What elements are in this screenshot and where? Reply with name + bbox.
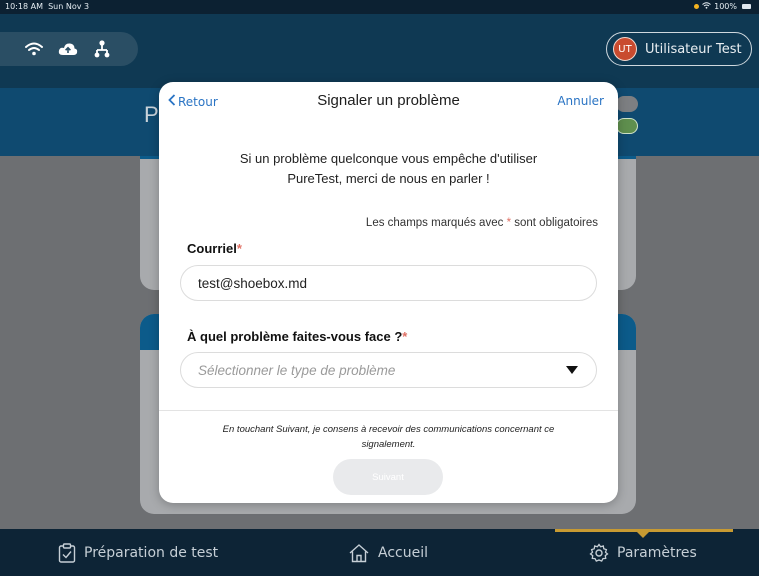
- divider: [159, 410, 618, 411]
- email-label: Courriel*: [187, 241, 242, 256]
- tab-test-preparation[interactable]: Préparation de test: [58, 543, 218, 563]
- home-icon: [348, 543, 370, 563]
- tab-settings[interactable]: Paramètres: [589, 543, 697, 563]
- gear-icon: [589, 543, 609, 563]
- consent-line-2: signalement.: [361, 439, 416, 450]
- required-note-suffix: sont obligatoires: [514, 217, 598, 229]
- intro-line-1: Si un problème quelconque vous empêche d…: [239, 151, 538, 166]
- problem-type-select[interactable]: Sélectionner le type de problème: [180, 352, 597, 388]
- required-star: *: [402, 329, 408, 344]
- status-time: 10:18 AM Sun Nov 3: [5, 2, 90, 11]
- toggle-group: [616, 96, 638, 140]
- email-field[interactable]: test@shoebox.md: [180, 265, 597, 301]
- user-account-button[interactable]: UT Utilisateur Test: [606, 32, 752, 66]
- user-name: Utilisateur Test: [645, 41, 742, 57]
- intro-text: Si un problème quelconque vous empêche d…: [179, 149, 598, 189]
- required-star: *: [236, 241, 242, 256]
- wifi-icon: [24, 39, 44, 59]
- connectivity-pill[interactable]: [0, 32, 138, 66]
- active-tab-notch: [637, 532, 649, 538]
- report-problem-modal: Retour Signaler un problème Annuler Si u…: [159, 82, 618, 503]
- consent-line-1: En touchant Suivant, je consens à recevo…: [222, 424, 555, 435]
- location-dot-icon: [694, 4, 700, 9]
- modal-title: Signaler un problème: [317, 92, 460, 109]
- required-fields-note: Les champs marqués avec * sont obligatoi…: [366, 217, 598, 229]
- cancel-button[interactable]: Annuler: [557, 94, 604, 108]
- avatar: UT: [613, 37, 637, 61]
- tab-label: Accueil: [378, 545, 428, 561]
- tab-label: Paramètres: [617, 545, 697, 561]
- battery-icon: [742, 4, 751, 9]
- status-bar: 10:18 AM Sun Nov 3 100%: [0, 0, 759, 14]
- status-right: 100%: [694, 2, 751, 11]
- clipboard-check-icon: [58, 543, 76, 563]
- email-label-text: Courriel: [187, 241, 237, 256]
- wifi-status-icon: [702, 2, 711, 11]
- required-star: *: [506, 217, 512, 229]
- required-note-prefix: Les champs marqués avec: [365, 217, 504, 229]
- select-placeholder: Sélectionner le type de problème: [198, 362, 396, 378]
- consent-text: En touchant Suivant, je consens à recevo…: [183, 422, 594, 452]
- next-button[interactable]: Suivant: [333, 459, 443, 495]
- tab-home[interactable]: Accueil: [348, 543, 428, 563]
- toggle-off[interactable]: [616, 96, 638, 112]
- page-title: P: [144, 102, 159, 127]
- tab-label: Préparation de test: [84, 545, 219, 561]
- network-icon: [92, 39, 112, 59]
- toggle-on[interactable]: [616, 118, 638, 134]
- bottom-tab-bar: Préparation de test Accueil Paramètres: [0, 529, 759, 576]
- modal-header: Retour Signaler un problème Annuler: [159, 82, 618, 120]
- battery-percent: 100%: [714, 2, 737, 11]
- problem-label: À quel problème faites-vous face ?*: [187, 329, 407, 344]
- cloud-upload-icon: [58, 39, 78, 59]
- intro-line-2: PureTest, merci de nous en parler !: [287, 171, 490, 186]
- top-header: UT Utilisateur Test: [0, 14, 759, 88]
- problem-label-text: À quel problème faites-vous face ?: [187, 329, 403, 344]
- dropdown-caret-icon: [566, 366, 578, 374]
